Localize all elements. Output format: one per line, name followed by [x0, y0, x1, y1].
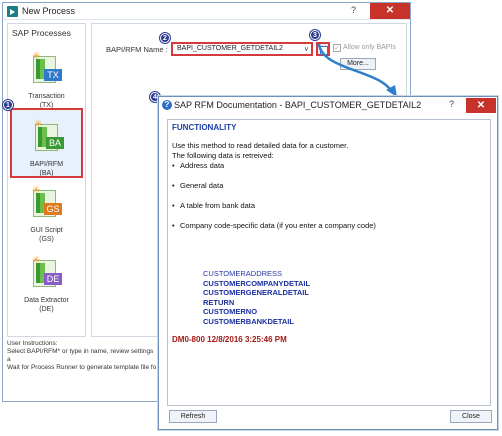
intro-text: Use this method to read detailed data fo…: [172, 141, 349, 150]
window-title: New Process: [22, 6, 76, 16]
bapi-name-dropdown[interactable]: BAPI_CUSTOMER_GETDETAIL2 ∨: [171, 42, 313, 56]
system-timestamp: DM0-800 12/8/2016 3:25:46 PM: [172, 335, 287, 344]
process-label: GUI Script (GS): [30, 227, 63, 243]
structure-name: CUSTOMERADDRESS: [203, 269, 283, 278]
bapi-name-value: BAPI_CUSTOMER_GETDETAIL2: [177, 45, 283, 52]
process-bapi-rfm[interactable]: ✳ BA BAPI/RFM (BA): [10, 108, 83, 178]
structure-name: CUSTOMERGENERALDETAIL: [203, 288, 309, 297]
structure-name: CUSTOMERBANKDETAIL: [203, 316, 294, 326]
structure-name: CUSTOMERNO: [203, 307, 258, 316]
dialog-title: SAP RFM Documentation - BAPI_CUSTOMER_GE…: [174, 100, 422, 110]
panel-heading: SAP Processes: [12, 28, 71, 38]
rfm-documentation-dialog: ? SAP RFM Documentation - BAPI_CUSTOMER_…: [158, 96, 498, 430]
bapi-icon: ✳ BA: [34, 119, 64, 151]
bullet-item: Company code-specific data (if you enter…: [172, 221, 486, 231]
app-icon: [7, 6, 18, 17]
bapi-name-label: BAPI/RFM Name :: [106, 45, 168, 54]
process-label: Data Extractor (DE): [24, 297, 69, 313]
data-extractor-icon: ✳ DE: [32, 255, 62, 287]
close-dialog-button[interactable]: Close: [450, 410, 492, 423]
help-circle-icon: ?: [162, 100, 172, 110]
gui-script-icon: ✳ GS: [32, 185, 62, 217]
bullet-item: General data: [172, 181, 486, 191]
documentation-button[interactable]: [316, 42, 330, 56]
marker-3: 3: [310, 30, 320, 40]
documentation-content[interactable]: FUNCTIONALITY Use this method to read de…: [167, 119, 491, 406]
structure-name: CUSTOMERCOMPANYDETAIL: [203, 278, 311, 288]
intro-text: The following data is retreived:: [172, 151, 274, 160]
section-title: FUNCTIONALITY: [172, 123, 237, 132]
process-gui-script[interactable]: ✳ GS GUI Script (GS): [10, 176, 83, 246]
close-button[interactable]: ✕: [370, 3, 410, 19]
dialog-help-button[interactable]: ?: [449, 99, 454, 109]
bullet-item: A table from bank data: [172, 201, 486, 211]
allow-only-bapis-checkbox[interactable]: ✓: [333, 44, 341, 52]
help-button[interactable]: ?: [351, 5, 356, 15]
marker-2: 2: [160, 33, 170, 43]
structure-name: RETURN: [203, 297, 235, 307]
structure-list: CUSTOMERADDRESS CUSTOMERCOMPANYDETAIL CU…: [172, 269, 486, 326]
more-button[interactable]: More...: [340, 58, 376, 70]
refresh-button[interactable]: Refresh: [169, 410, 217, 423]
marker-1: 1: [3, 100, 13, 110]
transaction-icon: ✳ TX: [32, 51, 62, 83]
allow-only-bapis-label: Allow only BAPIs: [343, 44, 396, 51]
dialog-close-button[interactable]: ✕: [466, 98, 496, 113]
user-instructions: User Instructions: Select BAPI/RFM* or t…: [7, 340, 157, 371]
title-bar: New Process ? ✕: [3, 3, 410, 20]
sap-processes-panel: SAP Processes ✳ TX Transaction (TX) ✳ BA…: [7, 23, 86, 337]
process-data-extractor[interactable]: ✳ DE Data Extractor (DE): [10, 246, 83, 316]
process-transaction[interactable]: ✳ TX Transaction (TX): [10, 42, 83, 112]
chevron-down-icon[interactable]: ∨: [304, 45, 309, 53]
dialog-title-bar: ? SAP RFM Documentation - BAPI_CUSTOMER_…: [159, 97, 497, 114]
bullet-item: Address data: [172, 161, 486, 171]
